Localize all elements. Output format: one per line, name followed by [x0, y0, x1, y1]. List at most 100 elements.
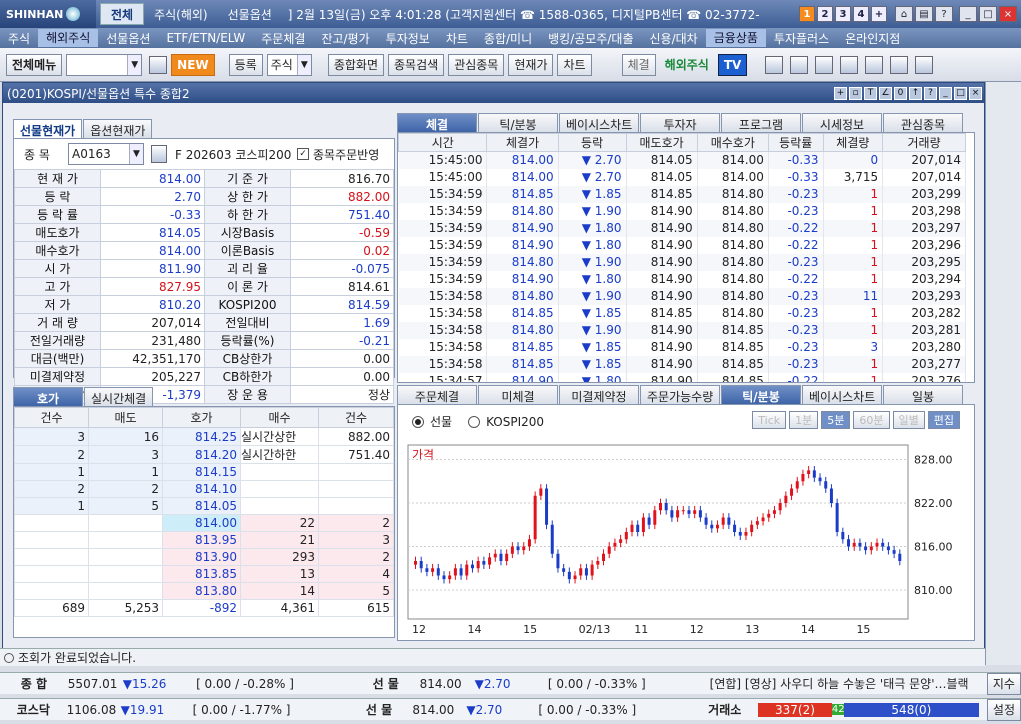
combined-screen-button[interactable]: 종합화면 — [327, 53, 385, 76]
tab-futures-options[interactable]: 선물옵션 — [218, 0, 282, 28]
layout-icon[interactable] — [840, 55, 859, 74]
bid-price[interactable]: 813.95 — [162, 531, 241, 549]
maximize-icon[interactable]: □ — [979, 6, 997, 22]
overseas-stock-button[interactable]: 해외주식 — [660, 54, 714, 76]
home-icon[interactable]: ⌂ — [895, 6, 913, 22]
search-icon[interactable] — [151, 145, 167, 163]
chart-tab[interactable]: 미결제약정 — [559, 385, 639, 404]
menu-item[interactable]: 주문체결 — [253, 30, 313, 47]
period-button[interactable]: 5분 — [821, 411, 851, 429]
ask-price[interactable]: 814.20 — [162, 445, 241, 464]
minimize-icon[interactable]: _ — [939, 86, 952, 100]
kospi200-radio[interactable] — [468, 415, 481, 428]
chart-button[interactable]: 차트 — [557, 53, 592, 76]
menu-item[interactable]: 금융상품 — [705, 29, 766, 47]
link-icon[interactable]: ∠ — [879, 86, 892, 100]
ask-price[interactable]: 814.10 — [162, 480, 241, 498]
all-menu-button[interactable]: 전체메뉴 — [6, 53, 63, 76]
trade-tab[interactable]: 시세정보 — [802, 113, 882, 132]
menu-item[interactable]: 종합/미니 — [476, 30, 540, 47]
trade-tab[interactable]: 틱/분봉 — [478, 113, 558, 132]
current-price-button[interactable]: 현재가 — [508, 53, 554, 76]
menu-item[interactable]: 투자플러스 — [766, 30, 837, 47]
market-select[interactable]: 주식 ▼ — [266, 53, 312, 76]
top-icon[interactable]: ↑ — [909, 86, 922, 100]
order-reflect-checkbox[interactable]: ✓ — [297, 148, 309, 160]
chevron-down-icon[interactable]: ▼ — [127, 54, 142, 75]
menu-item[interactable]: 해외주식 — [38, 29, 99, 47]
trade-tab[interactable]: 관심종목 — [883, 113, 963, 132]
zero-icon[interactable]: 0 — [894, 86, 907, 100]
period-button[interactable]: 1분 — [789, 411, 819, 429]
new-button[interactable]: NEW — [171, 53, 215, 76]
close-icon[interactable]: × — [999, 6, 1017, 22]
chart-tab[interactable]: 주문가능수량 — [640, 385, 720, 404]
screen-2-button[interactable]: 2 — [817, 6, 833, 22]
menu-item[interactable]: 뱅킹/공모주/대출 — [540, 30, 641, 47]
menu-item[interactable]: ETF/ETN/ELW — [158, 31, 253, 45]
menu-item[interactable]: 선물옵션 — [98, 30, 158, 47]
chart-tab[interactable]: 미체결 — [478, 385, 558, 404]
screen-search-input[interactable]: ▼ — [66, 53, 143, 76]
alpha-tv-button[interactable]: TV — [717, 53, 748, 76]
tab-options-price[interactable]: 옵션현재가 — [83, 119, 153, 138]
bid-price[interactable]: 813.85 — [162, 565, 241, 583]
menu-item[interactable]: 신용/대차 — [642, 30, 706, 47]
register-button[interactable]: 등록 — [228, 53, 263, 76]
menu-item[interactable]: 투자정보 — [378, 30, 438, 47]
maximize-icon[interactable]: □ — [954, 86, 967, 100]
pin-icon[interactable]: + — [834, 86, 847, 100]
window-icon[interactable] — [865, 55, 884, 74]
tab-futures-price[interactable]: 선물현재가 — [13, 119, 83, 138]
chart-tab[interactable]: 베이시스차트 — [802, 385, 882, 404]
trade-tab[interactable]: 프로그램 — [721, 113, 801, 132]
help-icon[interactable]: ? — [924, 86, 937, 100]
printer-icon[interactable] — [765, 55, 784, 74]
text-icon[interactable]: T — [864, 86, 877, 100]
print-icon[interactable]: ▤ — [915, 6, 933, 22]
period-button[interactable]: 일별 — [892, 411, 925, 429]
close-icon[interactable]: × — [969, 86, 982, 100]
bid-price[interactable]: 813.80 — [162, 582, 241, 600]
screen-4-button[interactable]: 4 — [853, 6, 869, 22]
menu-item[interactable]: 차트 — [438, 30, 476, 47]
search-icon[interactable] — [149, 55, 168, 74]
interest-stock-button[interactable]: 관심종목 — [448, 53, 505, 76]
news-ticker[interactable]: [연합] [영상] 사우디 하늘 수놓은 '태극 문양'…블랙 — [704, 675, 981, 692]
chevron-down-icon[interactable]: ▼ — [296, 54, 311, 75]
calculator-icon[interactable] — [790, 55, 809, 74]
trade-tab[interactable]: 투자자 — [640, 113, 720, 132]
tab-stock-overseas[interactable]: 주식(해외) — [144, 0, 218, 28]
trade-tab[interactable]: 체결 — [397, 113, 477, 132]
menu-item[interactable]: 잔고/평가 — [313, 30, 377, 47]
period-button[interactable]: 60분 — [853, 411, 890, 429]
settings-icon[interactable]: ▫ — [849, 86, 862, 100]
lock-icon[interactable] — [915, 55, 934, 74]
ask-price[interactable]: 814.15 — [162, 463, 241, 481]
folder-icon[interactable] — [890, 55, 909, 74]
settings-button[interactable]: 설정 — [986, 698, 1021, 721]
bid-price[interactable]: 813.90 — [162, 548, 241, 566]
tab-realtime-trades[interactable]: 실시간체결 — [84, 387, 154, 406]
screen-3-button[interactable]: 3 — [835, 6, 851, 22]
period-button[interactable]: Tick — [752, 411, 787, 429]
index-button[interactable]: 지수 — [986, 672, 1021, 695]
chart-tab[interactable]: 틱/분봉 — [721, 385, 801, 404]
sign-button[interactable]: 체결 — [621, 53, 656, 76]
futures-radio[interactable] — [412, 415, 424, 428]
stock-search-button[interactable]: 종목검색 — [388, 53, 445, 76]
gear-icon[interactable] — [815, 55, 834, 74]
chevron-down-icon[interactable]: ▼ — [129, 144, 143, 164]
trade-tab[interactable]: 베이시스차트 — [559, 113, 639, 132]
chart-tab[interactable]: 일봉 — [883, 385, 963, 404]
menu-item[interactable]: 주식 — [0, 30, 38, 47]
edit-button[interactable]: 편집 — [927, 411, 960, 429]
menu-item[interactable]: 온라인지점 — [837, 30, 908, 47]
add-screen-button[interactable]: + — [871, 6, 887, 22]
chart-tab[interactable]: 주문체결 — [397, 385, 477, 404]
help-icon[interactable]: ? — [935, 6, 953, 22]
ask-price[interactable]: 814.25 — [162, 427, 241, 446]
code-input[interactable]: A0163 ▼ — [68, 143, 144, 165]
ask-price[interactable]: 814.05 — [162, 497, 241, 515]
minimize-icon[interactable]: _ — [959, 6, 977, 22]
